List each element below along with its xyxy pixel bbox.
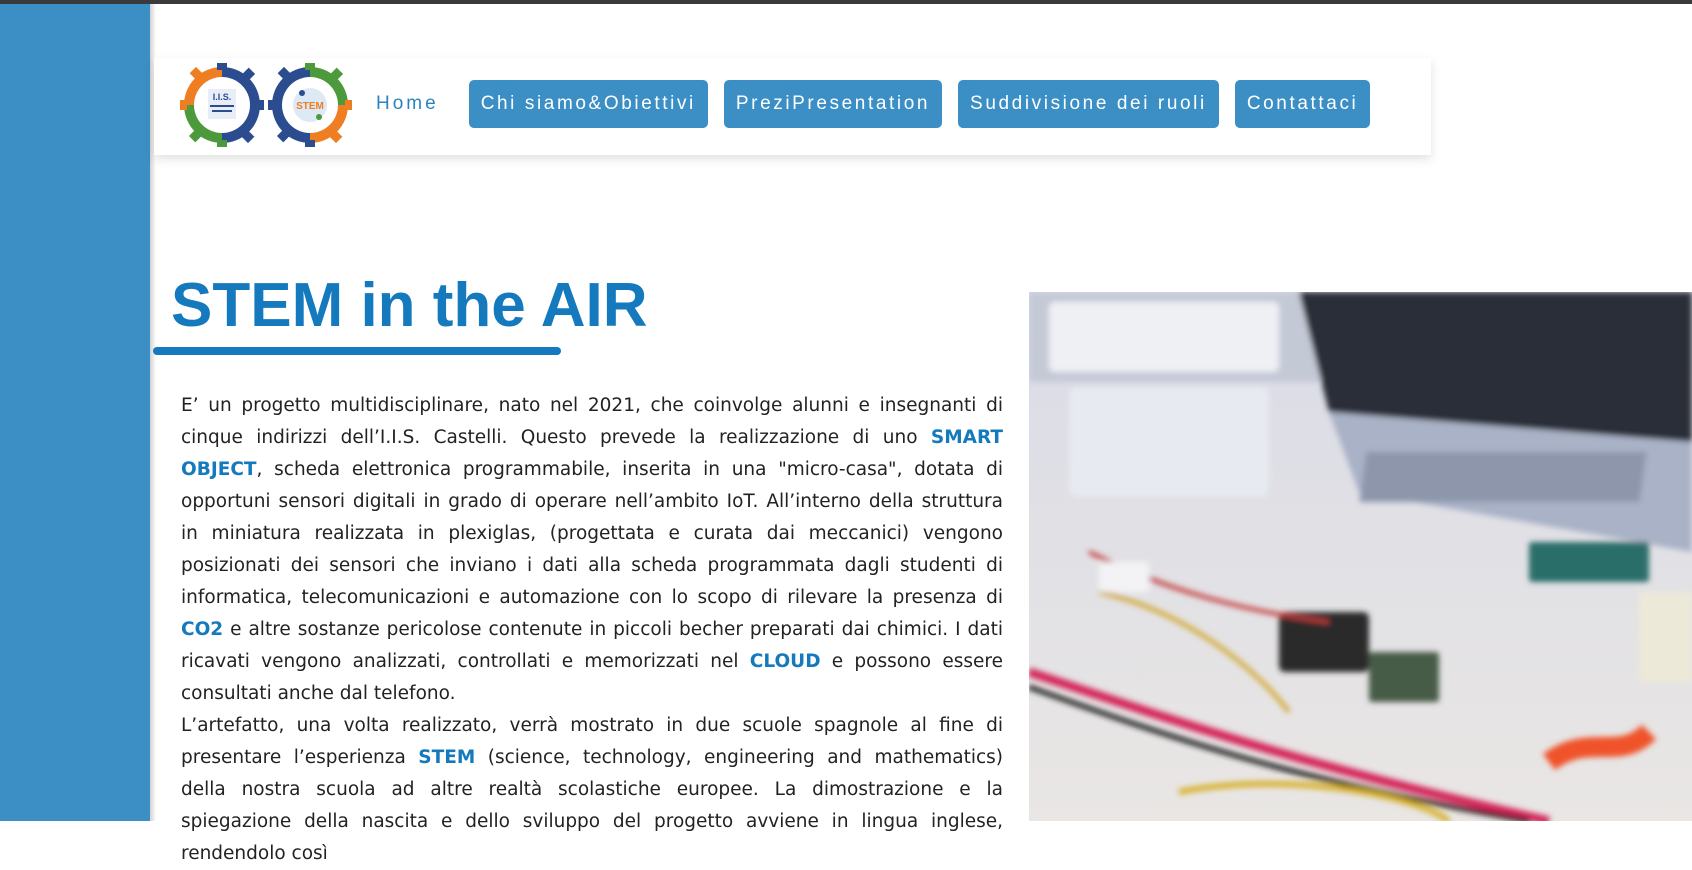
project-photo: [1029, 292, 1692, 821]
site-logo[interactable]: I.I.S. STEM: [180, 60, 360, 150]
iis-gear-logo-icon: I.I.S.: [180, 63, 264, 147]
highlight-cloud: CLOUD: [749, 651, 821, 672]
highlight-stem: STEM: [418, 747, 476, 768]
nav-home-link[interactable]: Home: [376, 93, 439, 115]
electronics-workbench-image: [1029, 292, 1692, 821]
text-run: E’ un progetto multidisciplinare, nato n…: [181, 395, 1003, 448]
project-description: E’ un progetto multidisciplinare, nato n…: [181, 390, 1003, 870]
svg-text:STEM: STEM: [296, 101, 324, 112]
header-navbar: I.I.S. STEM Home Chi siamo&Obiettivi Pre…: [154, 58, 1431, 155]
svg-text:I.I.S.: I.I.S.: [213, 92, 232, 102]
browser-top-bar: [0, 0, 1692, 4]
nav-suddivisione-ruoli-button[interactable]: Suddivisione dei ruoli: [958, 80, 1219, 128]
text-run: , scheda elettronica programmabile, inse…: [181, 459, 1003, 608]
left-side-panel: [0, 4, 150, 821]
stem-gear-logo-icon: STEM: [268, 63, 352, 147]
nav-chi-siamo-button[interactable]: Chi siamo&Obiettivi: [468, 80, 708, 128]
nav-menu: Home Chi siamo&Obiettivi PreziPresentati…: [376, 80, 1386, 128]
page-title: STEM in the AIR: [171, 271, 648, 340]
highlight-co2: CO2: [181, 619, 224, 640]
nav-contattaci-button[interactable]: Contattaci: [1234, 80, 1371, 128]
title-underline: [153, 347, 561, 355]
paragraph-1: E’ un progetto multidisciplinare, nato n…: [181, 390, 1003, 710]
paragraph-2: L’artefatto, una volta realizzato, verrà…: [181, 710, 1003, 870]
nav-prezi-presentation-button[interactable]: PreziPresentation: [723, 80, 943, 128]
